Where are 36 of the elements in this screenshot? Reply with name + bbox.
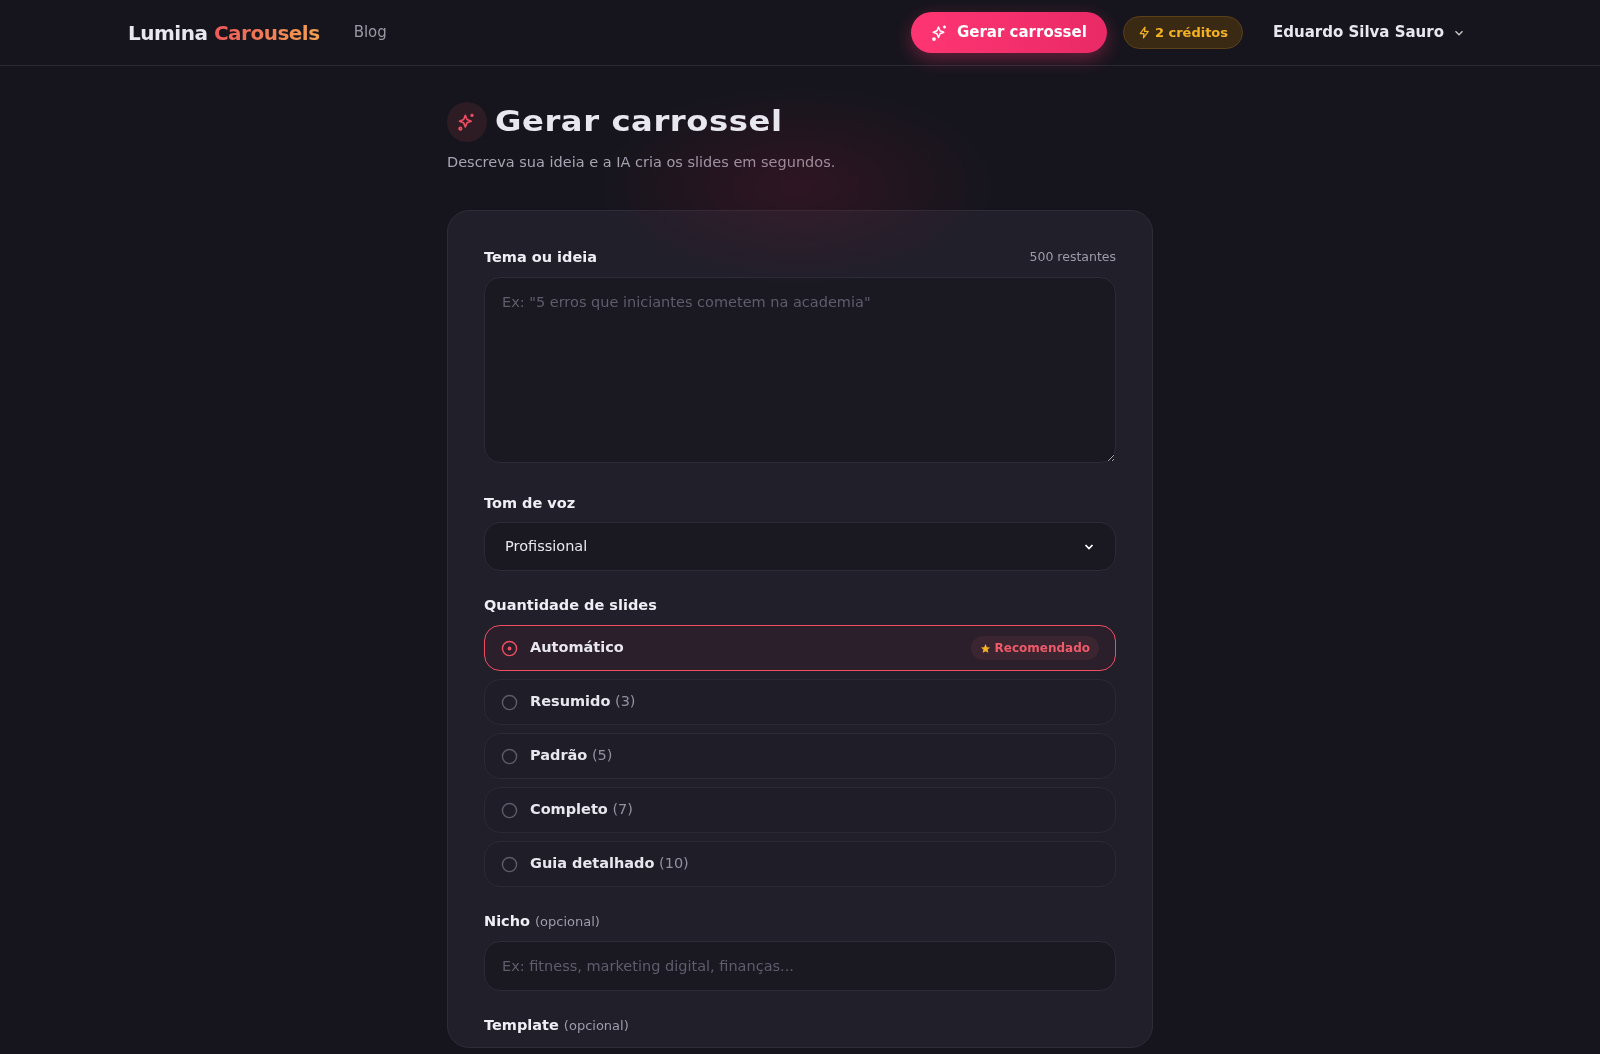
option-label: Automático [530,638,624,658]
field-label: Tom de voz [484,493,577,513]
idea-textarea[interactable]: Ex: "5 erros que iniciantes cometem na academia" [484,276,1116,463]
radio-icon [501,801,518,819]
slide-count-option[interactable]: Guia detalhado (10) [484,841,1116,887]
field-label: Tema ou ideia [484,247,597,267]
slide-count-option[interactable]: Completo (7) [484,787,1116,833]
page-title: Gerar carrossel [495,105,783,139]
radio-icon [501,855,518,873]
star-icon [979,642,991,654]
slide-count-option[interactable]: Padrão (5) [484,733,1116,779]
sparkle-icon [930,23,949,42]
option-label: Padrão (5) [530,746,613,766]
option-label: Completo (7) [530,800,633,820]
radio-icon [501,639,518,657]
slide-count-option[interactable]: Automático Recomendado [484,625,1116,671]
lightning-icon [1137,26,1151,39]
credits-badge: 2 créditos [1122,15,1244,50]
nav-link[interactable]: Blog [353,21,387,44]
generate-carousel-button[interactable]: Gerar carrossel [910,12,1107,53]
logo[interactable]: Lumina Carousels [128,17,320,48]
radio-icon [501,747,518,765]
page-subtitle: Descreva sua ideia e a IA cria os slides em segundos. [447,153,837,172]
slide-count-option[interactable]: Resumido (3) [484,679,1116,725]
niche-input[interactable]: Ex: fitness, marketing digital, finanças... [484,940,1116,991]
field-label: Template (opcional) [484,1015,630,1035]
field-label: Nicho (opcional) [484,912,601,931]
option-label: Guia detalhado (10) [530,854,689,874]
option-label: Resumido (3) [530,692,636,712]
user-menu[interactable]: Eduardo Silva Sauro [1267,20,1472,45]
tone-select[interactable]: Profissional [484,522,1116,572]
sparkle-icon [447,102,487,142]
recommended-badge: Recomendado [970,636,1099,660]
field-label: Quantidade de slides [484,596,658,616]
radio-icon [501,693,518,711]
character-counter: 500 restantes [1029,248,1116,267]
